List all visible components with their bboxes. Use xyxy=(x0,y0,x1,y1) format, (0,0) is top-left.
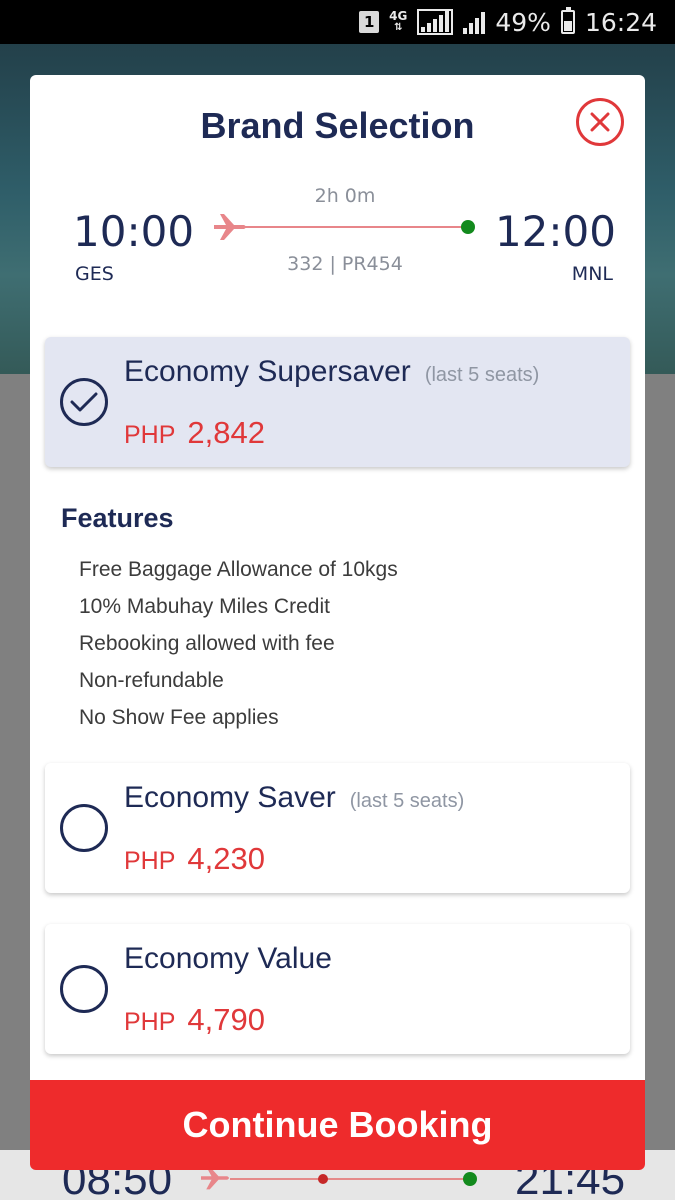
fare-name: Economy Supersaver (last 5 seats) xyxy=(124,355,539,389)
sim-icon: 1 xyxy=(359,11,380,33)
fare-amount: 2,842 xyxy=(187,415,265,450)
status-bar: 1 4G ⇅ 49% 16:24 xyxy=(0,0,675,44)
battery-percent: 49% xyxy=(495,7,551,37)
fare-amount: 4,230 xyxy=(187,841,265,876)
fare-currency: PHP xyxy=(124,1008,176,1036)
flight-duration: 2h 0m xyxy=(314,185,376,207)
fare-name: Economy Value xyxy=(124,942,332,976)
features-list: Free Baggage Allowance of 10kgs 10% Mabu… xyxy=(79,557,398,742)
departure-airport: GES xyxy=(75,263,114,285)
brand-selection-modal: Brand Selection 10:00 GES 12:00 MNL 2h 0… xyxy=(30,75,645,1170)
checkmark-icon xyxy=(70,392,98,412)
feature-item: 10% Mabuhay Miles Credit xyxy=(79,595,330,618)
feature-item: Free Baggage Allowance of 10kgs xyxy=(79,558,398,581)
feature-item: Non-refundable xyxy=(79,669,224,692)
modal-title: Brand Selection xyxy=(200,105,475,146)
fare-price: PHP 2,842 xyxy=(124,415,265,451)
fare-currency: PHP xyxy=(124,847,176,875)
arrival-airport: MNL xyxy=(571,263,613,285)
plane-icon xyxy=(214,214,246,240)
fare-name-text: Economy Supersaver xyxy=(124,355,411,388)
seats-left: (last 5 seats) xyxy=(349,790,465,812)
background-route-line xyxy=(230,1178,470,1180)
fare-price: PHP 4,790 xyxy=(124,1002,265,1038)
close-button[interactable] xyxy=(576,98,624,146)
departure-time: 10:00 xyxy=(73,207,195,256)
close-icon xyxy=(590,112,610,132)
battery-fill xyxy=(563,21,572,31)
fare-card-economy-supersaver[interactable]: Economy Supersaver (last 5 seats) PHP 2,84… xyxy=(45,337,630,467)
modal-header: Brand Selection xyxy=(30,105,645,147)
network-type-label: 4G xyxy=(389,9,408,23)
fare-amount: 4,790 xyxy=(187,1002,265,1037)
arrival-dot xyxy=(461,220,475,234)
fare-name-text: Economy Saver xyxy=(124,781,336,814)
clock: 16:24 xyxy=(584,7,657,37)
fare-name: Economy Saver (last 5 seats) xyxy=(124,781,464,815)
fare-radio[interactable] xyxy=(60,965,108,1013)
route-line xyxy=(245,226,467,228)
seats-left: (last 5 seats) xyxy=(424,364,540,386)
network-type-icon: 4G ⇅ xyxy=(389,9,408,33)
feature-item: Rebooking allowed with fee xyxy=(79,632,335,655)
features-title: Features xyxy=(61,503,174,533)
fare-radio-selected[interactable] xyxy=(60,378,108,426)
signal-sim2-icon xyxy=(463,10,486,34)
signal-sim1-icon xyxy=(417,9,454,35)
flight-number: 332 | PR454 xyxy=(287,253,403,275)
fare-currency: PHP xyxy=(124,421,176,449)
continue-booking-label: Continue Booking xyxy=(182,1104,493,1145)
continue-booking-button[interactable]: Continue Booking xyxy=(30,1080,645,1170)
fare-radio[interactable] xyxy=(60,804,108,852)
background-arrival-dot xyxy=(463,1172,477,1186)
data-arrows-icon: ⇅ xyxy=(394,22,403,33)
arrival-time: 12:00 xyxy=(494,207,616,256)
fare-card-economy-value[interactable]: Economy Value PHP 4,790 xyxy=(45,924,630,1054)
background-stop-dot xyxy=(318,1174,328,1184)
fare-name-text: Economy Value xyxy=(124,942,332,975)
fare-price: PHP 4,230 xyxy=(124,841,265,877)
feature-item: No Show Fee applies xyxy=(79,706,279,729)
battery-icon xyxy=(560,7,575,34)
fare-card-economy-saver[interactable]: Economy Saver (last 5 seats) PHP 4,230 xyxy=(45,763,630,893)
